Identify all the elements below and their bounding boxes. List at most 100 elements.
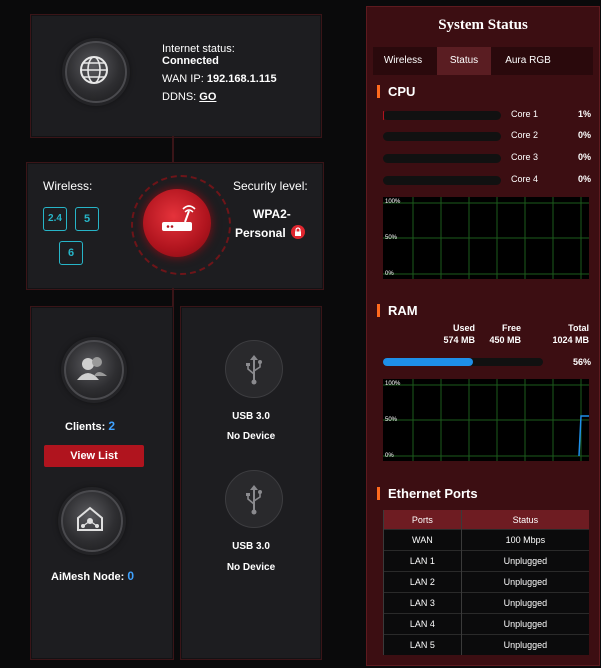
core-value: 1%	[577, 109, 591, 119]
port-status: Unplugged	[460, 550, 589, 572]
core-name: Core 3	[511, 152, 539, 162]
internet-panel: Internet status: Connected WAN IP: 192.1…	[30, 14, 322, 138]
ddns: DDNS: GO	[162, 91, 216, 103]
usb-icon[interactable]	[225, 340, 283, 398]
port-status: Unplugged	[460, 571, 589, 593]
wireless-panel: Wireless: 2.4 5 6 Security level: WPA2- …	[26, 162, 324, 290]
clients-panel: Clients: 2 View List AiMesh Node: 0	[30, 306, 174, 660]
port-name: LAN 4	[383, 613, 462, 635]
tab-wireless[interactable]: Wireless	[373, 47, 433, 75]
wan-ip-label: WAN IP:	[162, 73, 204, 85]
band-2g-icon[interactable]: 2.4	[43, 207, 67, 231]
ram-usage-bar-fill	[383, 358, 473, 366]
table-row: LAN 4 Unplugged	[383, 613, 589, 635]
ethernet-title: Ethernet Ports	[388, 486, 478, 501]
port-name: LAN 5	[383, 634, 462, 655]
connector-line	[172, 136, 174, 164]
cpu-core-row: Core 3 0%	[383, 152, 591, 164]
table-row: WAN 100 Mbps	[383, 529, 589, 551]
internet-status-label: Internet status:	[162, 43, 235, 55]
security-value-line1: WPA2-	[253, 207, 291, 221]
core-name: Core 2	[511, 130, 539, 140]
usb-1-status: No Device	[226, 431, 276, 442]
ethernet-ports-table: Ports Status WAN 100 Mbps LAN 1 Unplugged …	[383, 510, 589, 655]
table-row: LAN 5 Unplugged	[383, 634, 589, 655]
cpu-section-title: CPU	[377, 84, 415, 99]
core-name: Core 1	[511, 109, 539, 119]
security-label: Security level:	[233, 179, 308, 193]
clients-count[interactable]: 2	[108, 419, 115, 433]
cpu-usage-graph: 100% 50% 0%	[383, 197, 589, 279]
port-name: LAN 1	[383, 550, 462, 572]
connector-line	[172, 288, 174, 308]
section-marker	[377, 304, 380, 317]
table-row: LAN 2 Unplugged	[383, 571, 589, 593]
table-row: LAN 3 Unplugged	[383, 592, 589, 614]
core-bar	[383, 154, 501, 163]
port-name: WAN	[383, 529, 462, 551]
cpu-graph-tick-50: 50%	[385, 235, 398, 241]
table-row: LAN 1 Unplugged	[383, 550, 589, 572]
aimesh-icon[interactable]	[61, 490, 123, 552]
ram-title: RAM	[388, 303, 418, 318]
port-status: Unplugged	[460, 634, 589, 655]
globe-icon[interactable]	[65, 41, 127, 103]
ram-usage-graph: 100% 50% 0%	[383, 379, 589, 461]
tab-status[interactable]: Status	[437, 47, 491, 75]
core-name: Core 4	[511, 174, 539, 184]
usb-panel: USB 3.0 No Device USB 3.0 No Device	[180, 306, 322, 660]
status-tabs: Wireless Status Aura RGB	[373, 47, 593, 75]
band-5g-icon[interactable]: 5	[75, 207, 99, 231]
cpu-core-row: Core 2 0%	[383, 130, 591, 142]
ram-free-value: 450 MB	[489, 335, 521, 345]
section-marker	[377, 487, 380, 500]
core-bar-fill	[383, 111, 385, 120]
core-bar	[383, 111, 501, 120]
clients-icon[interactable]	[64, 340, 124, 400]
port-status: Unplugged	[460, 592, 589, 614]
view-list-button[interactable]: View List	[44, 445, 144, 467]
router-icon[interactable]	[143, 189, 211, 257]
ram-graph-tick-100: 100%	[385, 381, 401, 387]
aimesh-info: AiMesh Node: 0	[51, 569, 134, 583]
ram-graph-tick-0: 0%	[385, 453, 394, 459]
security-value-line2: Personal	[235, 226, 286, 240]
core-bar	[383, 176, 501, 185]
internet-status-value: Connected	[162, 55, 219, 67]
ram-usage-bar	[383, 358, 543, 366]
cpu-core-row: Core 1 1%	[383, 109, 591, 121]
ethernet-section-title: Ethernet Ports	[377, 486, 478, 501]
security-value: Personal	[235, 225, 306, 240]
ram-graph-tick-50: 50%	[385, 417, 398, 423]
ddns-label: DDNS:	[162, 91, 197, 103]
ram-total-value: 1024 MB	[552, 335, 589, 345]
system-status-panel: System Status Wireless Status Aura RGB C…	[366, 6, 600, 666]
usb-icon[interactable]	[225, 470, 283, 528]
column-header-ports: Ports	[383, 510, 462, 530]
port-name: LAN 2	[383, 571, 462, 593]
core-bar	[383, 132, 501, 141]
cpu-title: CPU	[388, 84, 416, 99]
tab-aura-rgb[interactable]: Aura RGB	[495, 47, 561, 75]
aimesh-count[interactable]: 0	[127, 569, 134, 583]
core-value: 0%	[577, 174, 591, 184]
lock-icon	[291, 225, 306, 239]
ram-free-label: Free	[501, 323, 521, 333]
wan-ip-value: 192.168.1.115	[206, 73, 277, 85]
port-name: LAN 3	[383, 592, 462, 614]
ram-total-label: Total	[568, 323, 589, 333]
core-value: 0%	[577, 130, 591, 140]
cpu-core-row: Core 4 0%	[383, 174, 591, 186]
system-status-title: System Status	[438, 17, 528, 33]
aimesh-label: AiMesh Node:	[51, 571, 125, 583]
section-marker	[377, 85, 380, 98]
core-value: 0%	[577, 152, 591, 162]
clients-info: Clients: 2	[65, 419, 115, 433]
wireless-label: Wireless:	[43, 179, 93, 193]
band-6g-icon[interactable]: 6	[59, 241, 83, 265]
ddns-go-link[interactable]: GO	[199, 91, 216, 103]
port-status: Unplugged	[460, 613, 589, 635]
ram-section-title: RAM	[377, 303, 418, 318]
usb-2-status: No Device	[226, 562, 276, 573]
cpu-graph-tick-0: 0%	[385, 271, 394, 277]
